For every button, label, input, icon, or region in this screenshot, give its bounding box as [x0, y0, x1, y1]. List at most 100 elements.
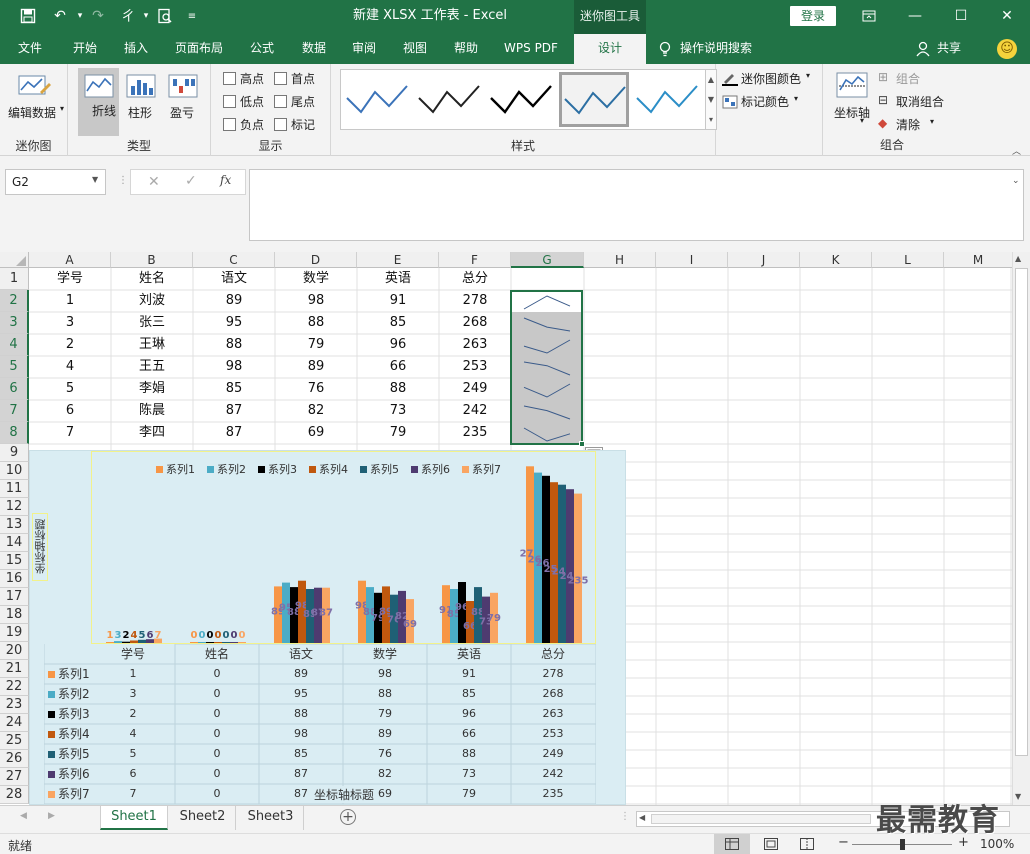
insert-function-icon[interactable]: fx	[220, 173, 231, 187]
header-cell[interactable]: 英语	[357, 268, 439, 290]
scroll-left-icon[interactable]: ◀	[639, 813, 645, 822]
data-cell[interactable]: 79	[357, 422, 439, 444]
style-swatch-5[interactable]	[635, 82, 701, 118]
data-cell[interactable]: 95	[193, 312, 275, 334]
tab-help[interactable]: 帮助	[444, 34, 488, 64]
undo-dropdown-icon[interactable]: ▾	[70, 6, 90, 26]
axis-button[interactable]: 坐标轴	[834, 104, 870, 121]
sheet-tab-2[interactable]: Sheet2	[170, 806, 236, 830]
maximize-icon[interactable]: ☐	[938, 0, 984, 32]
bar[interactable]	[230, 642, 238, 643]
data-cell[interactable]: 85	[193, 378, 275, 400]
zoom-slider-thumb[interactable]	[900, 839, 905, 850]
data-cell[interactable]: 268	[439, 312, 511, 334]
bar[interactable]	[106, 642, 114, 643]
redo-icon[interactable]: ↷	[88, 6, 108, 26]
data-cell[interactable]: 87	[193, 400, 275, 422]
hscroll-thumb[interactable]	[651, 814, 871, 824]
sparkline-color-dropdown-icon[interactable]: ▾	[806, 71, 810, 80]
scroll-down-icon[interactable]: ▼	[1015, 792, 1021, 801]
vertical-scrollbar[interactable]: ▲ ▼	[1012, 252, 1030, 805]
header-cell[interactable]: 总分	[439, 268, 511, 290]
enter-icon[interactable]: ✓	[185, 173, 197, 189]
data-cell[interactable]: 278	[439, 290, 511, 312]
column-chart[interactable]: 系列1 系列2 系列3 系列4 系列5 系列6 系列7 坐标轴标题 132456700000…	[29, 450, 626, 805]
data-cell[interactable]: 王五	[111, 356, 193, 378]
smiley-feedback-icon[interactable]: ☺	[997, 39, 1017, 59]
type-line-button[interactable]: 折线	[78, 68, 119, 136]
add-sheet-icon[interactable]: +	[340, 809, 356, 825]
bar[interactable]	[214, 642, 222, 643]
bar[interactable]	[550, 482, 558, 643]
bar[interactable]	[558, 484, 566, 643]
bar[interactable]	[222, 642, 230, 643]
style-swatch-4-selected[interactable]	[559, 72, 629, 127]
high-point-checkbox[interactable]	[223, 72, 236, 85]
gallery-scroll[interactable]: ▲ ▼ ▾	[705, 69, 717, 130]
data-cell[interactable]: 3	[29, 312, 111, 334]
style-swatch-3[interactable]	[489, 82, 555, 118]
page-layout-view-icon[interactable]	[764, 838, 778, 853]
data-cell[interactable]: 76	[275, 378, 357, 400]
data-cell[interactable]: 253	[439, 356, 511, 378]
type-column-button[interactable]: 柱形	[128, 104, 152, 121]
data-cell[interactable]: 李娟	[111, 378, 193, 400]
data-cell[interactable]: 李四	[111, 422, 193, 444]
marker-color-button[interactable]: 标记颜色	[741, 93, 789, 110]
data-cell[interactable]: 98	[193, 356, 275, 378]
type-winloss-button[interactable]: 盈亏	[170, 104, 194, 121]
data-cell[interactable]: 69	[275, 422, 357, 444]
markers-checkbox[interactable]	[274, 118, 287, 131]
bar[interactable]	[114, 641, 122, 643]
data-cell[interactable]: 5	[29, 378, 111, 400]
edit-data-dropdown-icon[interactable]: ▾	[60, 104, 64, 113]
x-axis-title[interactable]: 坐标轴标题	[312, 786, 377, 803]
name-box[interactable]: G2	[5, 169, 106, 195]
sheet-tab-3[interactable]: Sheet3	[238, 806, 304, 830]
axis-dropdown-icon[interactable]: ▾	[860, 116, 864, 125]
data-cell[interactable]: 张三	[111, 312, 193, 334]
data-cell[interactable]: 王琳	[111, 334, 193, 356]
selected-range-g2-g8[interactable]	[510, 290, 583, 445]
login-button[interactable]: 登录	[790, 6, 836, 26]
data-cell[interactable]: 96	[357, 334, 439, 356]
page-break-view-icon[interactable]	[800, 838, 814, 853]
style-swatch-2[interactable]	[417, 82, 483, 118]
minimize-icon[interactable]: —	[892, 0, 938, 32]
formula-input[interactable]	[249, 169, 1024, 241]
edit-data-button[interactable]: 编辑数据	[8, 104, 56, 121]
tab-design[interactable]: 设计	[574, 34, 646, 64]
data-cell[interactable]: 2	[29, 334, 111, 356]
negative-point-checkbox[interactable]	[223, 118, 236, 131]
marker-color-dropdown-icon[interactable]: ▾	[794, 94, 798, 103]
data-cell[interactable]: 98	[275, 290, 357, 312]
tab-review[interactable]: 审阅	[342, 34, 386, 64]
data-cell[interactable]: 7	[29, 422, 111, 444]
header-cell[interactable]: 数学	[275, 268, 357, 290]
scroll-up-icon[interactable]: ▲	[1015, 254, 1021, 263]
header-cell[interactable]: 语文	[193, 268, 275, 290]
data-cell[interactable]: 6	[29, 400, 111, 422]
close-icon[interactable]: ✕	[984, 0, 1030, 32]
data-cell[interactable]: 88	[357, 378, 439, 400]
tab-split-icon[interactable]: ⋮	[620, 811, 630, 822]
tab-page-layout[interactable]: 页面布局	[168, 34, 230, 64]
group-button[interactable]: 组合	[896, 70, 920, 87]
scroll-thumb[interactable]	[1015, 268, 1028, 756]
bar[interactable]	[190, 642, 198, 643]
low-point-checkbox[interactable]	[223, 95, 236, 108]
data-cell[interactable]: 235	[439, 422, 511, 444]
data-cell[interactable]: 89	[275, 356, 357, 378]
data-cell[interactable]: 82	[275, 400, 357, 422]
tell-me-search[interactable]: 操作说明搜索	[680, 34, 770, 64]
tab-formulas[interactable]: 公式	[240, 34, 284, 64]
zoom-level[interactable]: 100%	[980, 837, 1014, 851]
worksheet-grid[interactable]: ABCDEFGHIJKLM 1 2 3 4 5 6 7 8 9 10 11 12 13 14 15 16 17 1…	[0, 252, 1012, 805]
sheet-tab-1[interactable]: Sheet1	[100, 806, 168, 830]
data-cell[interactable]: 91	[357, 290, 439, 312]
touch-mode-icon[interactable]: ㄔ	[118, 6, 138, 26]
bar[interactable]	[122, 641, 130, 643]
print-preview-icon[interactable]	[155, 6, 175, 26]
normal-view-icon[interactable]	[714, 834, 750, 854]
data-cell[interactable]: 79	[275, 334, 357, 356]
